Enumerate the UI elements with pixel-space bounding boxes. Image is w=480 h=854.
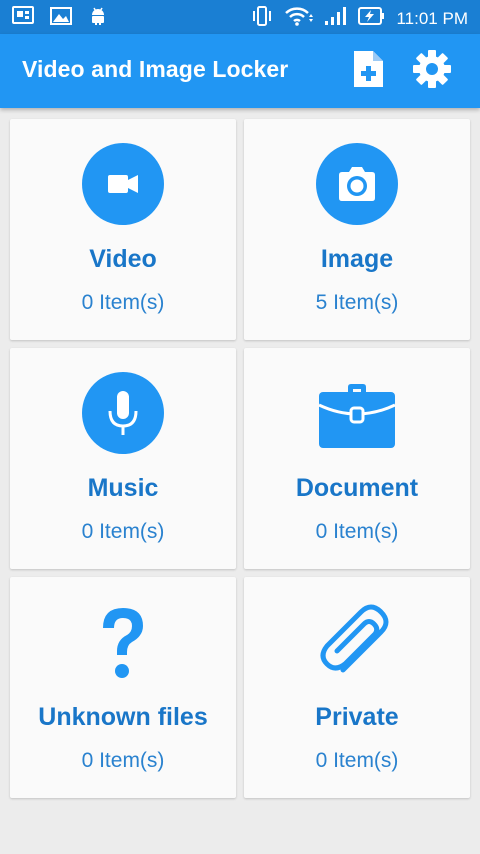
category-count: 0 Item(s) xyxy=(81,749,165,772)
category-title: Unknown files xyxy=(38,703,208,731)
category-count: 0 Item(s) xyxy=(315,520,399,543)
category-count: 0 Item(s) xyxy=(315,749,399,772)
app-bar: Video and Image Locker xyxy=(0,34,480,108)
category-title: Document xyxy=(295,474,419,502)
wifi-icon xyxy=(284,5,314,32)
settings-button[interactable] xyxy=(411,49,453,94)
category-card-private[interactable]: Private 0 Item(s) xyxy=(244,577,470,798)
category-card-music[interactable]: Music 0 Item(s) xyxy=(10,348,236,569)
category-count: 0 Item(s) xyxy=(81,291,165,314)
camera-icon xyxy=(315,142,399,226)
signal-icon xyxy=(324,5,348,32)
screen: 11:01 PM Video and Image Locker Video 0 … xyxy=(0,0,480,854)
status-right-icons: 11:01 PM xyxy=(250,5,468,32)
category-card-video[interactable]: Video 0 Item(s) xyxy=(10,119,236,340)
add-file-icon xyxy=(351,49,385,94)
category-count: 5 Item(s) xyxy=(315,291,399,314)
question-mark-icon xyxy=(81,600,165,684)
vibrate-icon xyxy=(250,5,274,32)
paperclip-icon xyxy=(315,600,399,684)
category-grid: Video 0 Item(s) Image 5 Item(s) Music 0 … xyxy=(10,119,470,798)
category-title: Video xyxy=(89,245,157,273)
category-title: Image xyxy=(320,245,394,273)
category-title: Music xyxy=(87,474,159,502)
category-title: Private xyxy=(315,703,399,731)
category-count: 0 Item(s) xyxy=(81,520,165,543)
briefcase-icon xyxy=(315,371,399,455)
video-camera-icon xyxy=(81,142,165,226)
status-bar: 11:01 PM xyxy=(0,0,480,34)
settings-gear-icon xyxy=(412,49,452,94)
microphone-icon xyxy=(81,371,165,455)
screen-cast-icon xyxy=(12,6,34,31)
status-left-icons xyxy=(12,6,108,31)
category-card-document[interactable]: Document 0 Item(s) xyxy=(244,348,470,569)
image-icon xyxy=(50,6,72,31)
android-icon xyxy=(88,6,108,31)
battery-charging-icon xyxy=(358,5,386,32)
add-file-button[interactable] xyxy=(347,50,389,92)
status-time: 11:01 PM xyxy=(396,8,468,28)
category-card-unknown-files[interactable]: Unknown files 0 Item(s) xyxy=(10,577,236,798)
app-title: Video and Image Locker xyxy=(22,56,289,82)
category-card-image[interactable]: Image 5 Item(s) xyxy=(244,119,470,340)
